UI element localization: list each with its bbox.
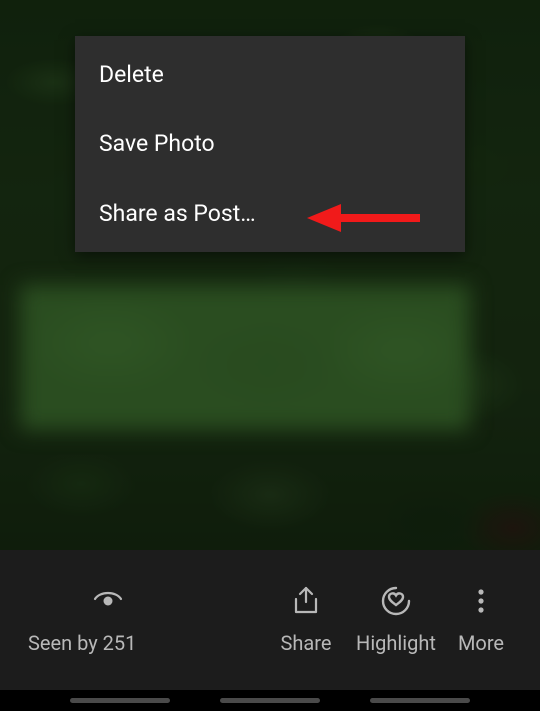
highlight-icon [380, 585, 412, 617]
menu-item-label: Share as Post… [99, 200, 256, 227]
menu-item-label: Save Photo [99, 130, 215, 157]
share-icon [290, 585, 322, 617]
nav-back-icon[interactable] [370, 698, 470, 703]
nav-home-icon[interactable] [220, 698, 320, 703]
menu-item-delete[interactable]: Delete [75, 43, 465, 106]
menu-item-share-as-post[interactable]: Share as Post… [75, 182, 465, 245]
seen-by-button[interactable]: Seen by 251 [24, 585, 168, 655]
share-label: Share [281, 631, 332, 655]
highlight-label: Highlight [356, 631, 436, 655]
menu-item-label: Delete [99, 61, 164, 88]
highlight-button[interactable]: Highlight [346, 585, 446, 655]
share-button[interactable]: Share [266, 585, 346, 655]
story-viewer-screenshot: Delete Save Photo Share as Post… Seen by… [0, 0, 540, 711]
more-button[interactable]: More [446, 585, 516, 655]
more-label: More [458, 631, 504, 655]
redacted-text-region [20, 285, 470, 430]
context-menu: Delete Save Photo Share as Post… [75, 36, 465, 252]
more-vertical-icon [465, 585, 497, 617]
system-nav-bar [0, 690, 540, 711]
menu-item-save-photo[interactable]: Save Photo [75, 112, 465, 175]
nav-recent-icon[interactable] [70, 698, 170, 703]
eye-icon [92, 585, 124, 617]
seen-by-label: Seen by 251 [28, 631, 136, 655]
bottom-action-bar: Seen by 251 Share Highlight [0, 550, 540, 690]
